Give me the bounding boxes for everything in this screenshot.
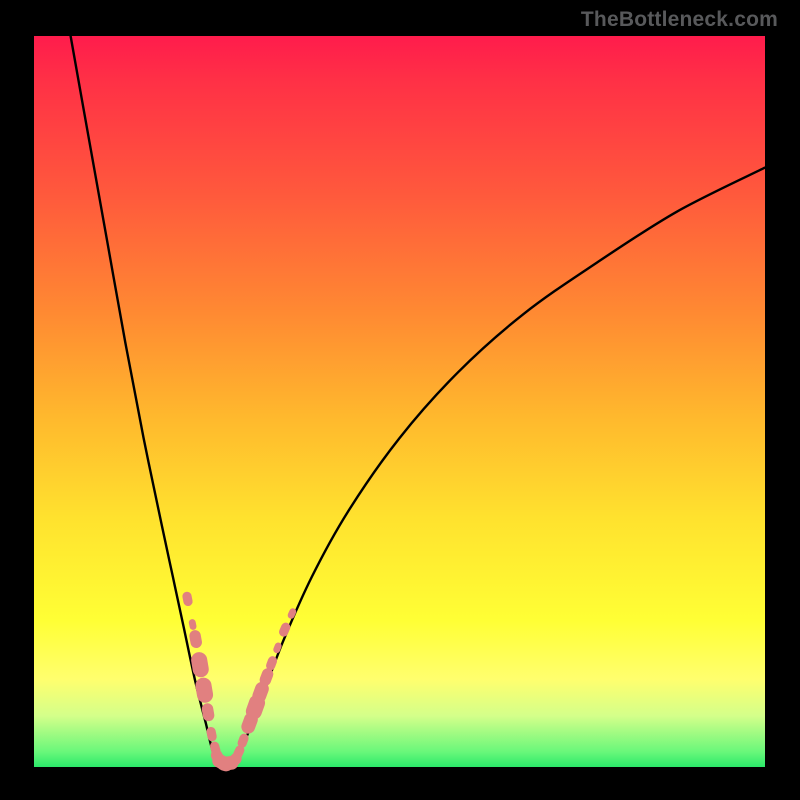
chart-overlay (0, 0, 800, 800)
curve-marker (188, 629, 203, 649)
marker-group (182, 591, 298, 774)
curve-marker (194, 676, 214, 704)
curve-marker (188, 619, 197, 631)
curve-marker (201, 702, 215, 722)
bottleneck-curve (71, 36, 765, 766)
outer-frame: TheBottleneck.com (0, 0, 800, 800)
curve-marker (182, 591, 194, 607)
